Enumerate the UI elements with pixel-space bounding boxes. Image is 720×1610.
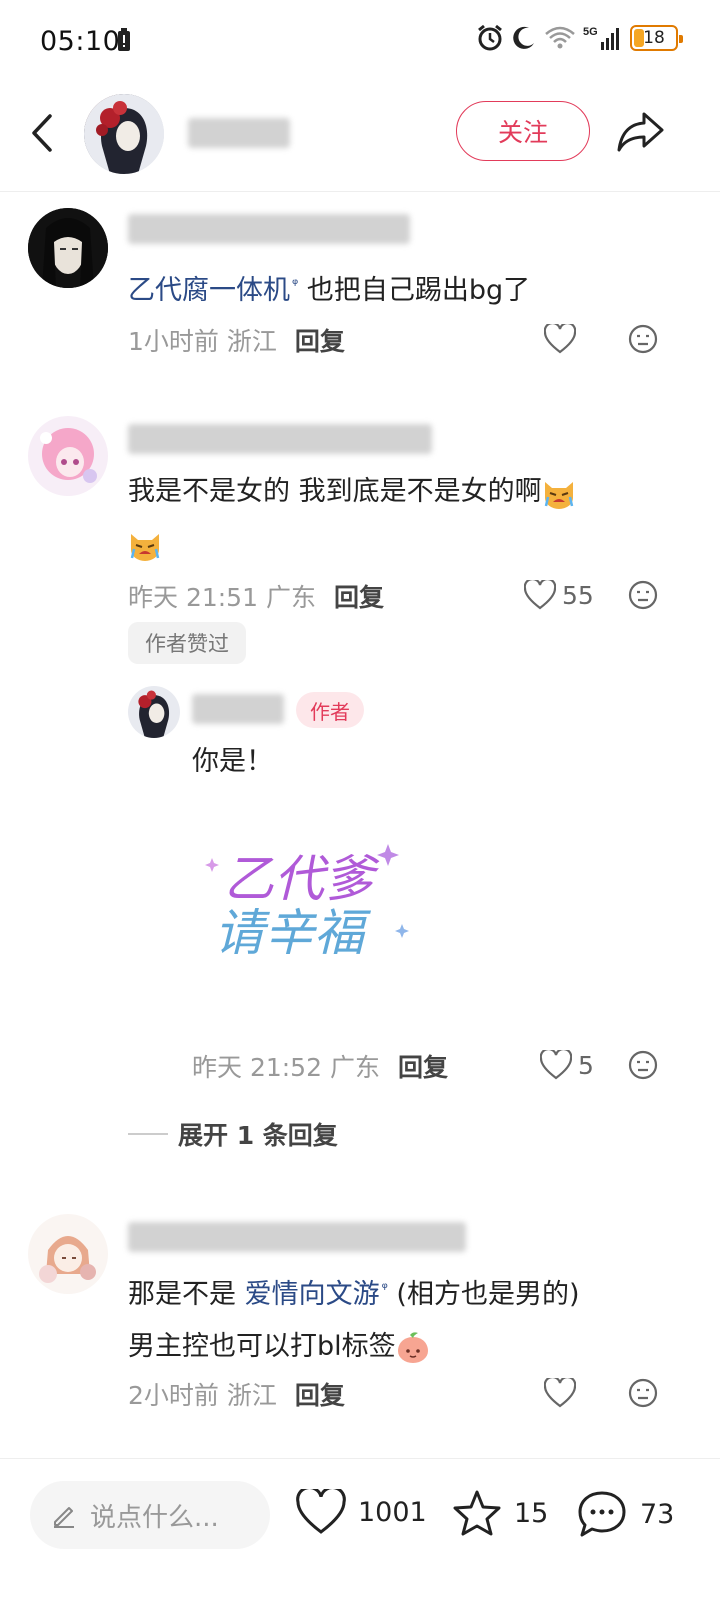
bottom-action-bar: 说点什么... 1001 15 73 [0,1458,720,1610]
pencil-icon [54,1507,74,1528]
search-icon: ᵠ [292,275,299,293]
author-name-blurred [188,118,290,148]
reply-text: 你是！ [192,746,273,777]
share-icon[interactable] [616,108,666,154]
like-count: 55 [562,580,594,610]
comment-meta: 2小时前 浙江 回复 [128,1376,345,1412]
star-icon [453,1490,501,1536]
like-button[interactable] [544,324,576,354]
author-tag-badge: 作者 [296,692,364,728]
heart-icon [540,1050,572,1080]
comment-input[interactable]: 说点什么... [30,1481,270,1549]
sticker-text-top: 乙代爹 [224,850,380,908]
topic-link[interactable]: 乙代腐一体机 [128,275,290,306]
reply-button[interactable]: 回复 [334,578,384,614]
author-avatar[interactable] [84,94,164,174]
sim-lock-icon [118,28,130,51]
like-post-button[interactable]: 1001 [296,1489,427,1535]
follow-button[interactable]: 关注 [456,101,590,161]
back-arrow-icon[interactable] [22,108,66,158]
heart-icon [544,324,576,354]
commenter-name-blurred [128,214,410,244]
reply-meta: 昨天 21:52 广东 回复 [192,1048,448,1084]
heart-icon [544,1378,576,1408]
comment-meta: 昨天 21:51 广东 回复 [128,578,384,614]
top-header: 关注 [0,86,720,192]
dislike-face-icon[interactable] [628,580,658,610]
comment-bubble-icon [578,1491,626,1537]
like-button[interactable] [544,1378,576,1408]
comment-meta: 1小时前 浙江 回复 [128,322,345,358]
divider-line [128,1133,168,1135]
like-count: 5 [578,1050,594,1080]
status-bar: 05:10 5G 18 [0,0,720,86]
commenter-name-blurred [128,1222,466,1252]
heart-icon [296,1489,346,1534]
signal-5g-icon: 5G [583,26,619,50]
commenter-avatar[interactable] [28,416,108,496]
heart-icon [524,580,556,610]
battery-level: 18 [643,28,665,48]
favorite-count: 15 [514,1497,549,1529]
do-not-disturb-moon-icon [513,26,534,49]
reply-button[interactable]: 回复 [295,322,345,358]
reply-button[interactable]: 回复 [295,1376,345,1412]
comment-text: 那是不是 爱情向文游 ᵠ (相方也是男的) 男主控也可以打bl标签 [128,1262,688,1373]
like-button[interactable]: 55 [524,580,594,610]
like-button[interactable]: 5 [540,1050,594,1080]
expand-replies-button[interactable]: 展开 1 条回复 [128,1116,338,1152]
comment-text: 乙代腐一体机 ᵠ 也把自己踢出bg了 [128,275,531,306]
svg-text:5G: 5G [583,26,598,38]
status-time: 05:10 [40,26,121,57]
crying-cat-emoji-icon [544,481,573,509]
commenter-name-blurred [128,424,432,454]
crying-cat-emoji-icon [130,533,160,561]
alarm-icon [478,24,502,51]
comments-button[interactable]: 73 [576,1489,674,1539]
search-icon: ᵠ [381,1279,388,1297]
sticker-image[interactable]: 乙代爹 请辛福 [204,828,418,974]
comment-count: 73 [640,1498,675,1530]
dislike-face-icon[interactable] [628,1050,658,1080]
dislike-face-icon[interactable] [628,324,658,354]
peach-emoji-icon [397,1331,428,1363]
favorite-button[interactable]: 15 [452,1489,548,1537]
battery-icon: 18 [630,25,683,51]
sticker-text-bottom: 请辛福 [214,904,371,962]
dislike-face-icon[interactable] [628,1378,658,1408]
commenter-avatar[interactable] [28,1214,108,1294]
author-name-blurred [192,694,284,724]
commenter-avatar[interactable] [28,208,108,288]
author-liked-badge: 作者赞过 [128,622,246,664]
wifi-icon [545,26,575,49]
topic-link[interactable]: 爱情向文游 [245,1279,380,1310]
author-avatar-small[interactable] [128,686,180,738]
comment-input-placeholder: 说点什么... [90,1502,219,1533]
reply-button[interactable]: 回复 [398,1048,448,1084]
post-like-count: 1001 [358,1496,427,1528]
comment-text: 我是不是女的 我到底是不是女的啊 [128,466,658,570]
